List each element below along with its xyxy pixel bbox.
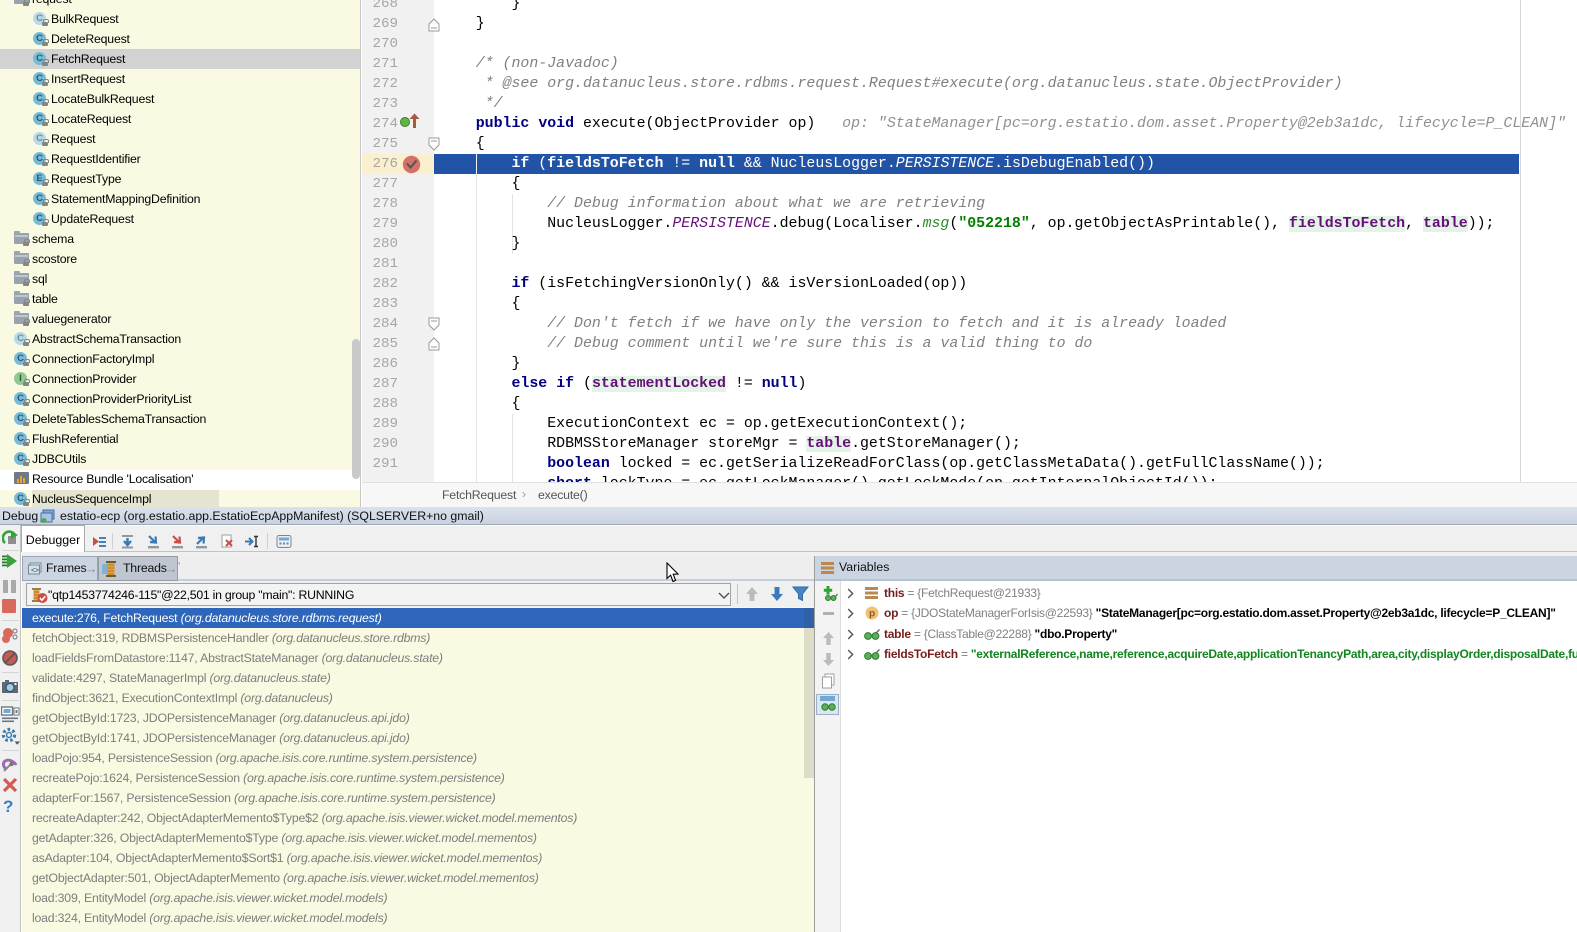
svg-text:p: p <box>869 609 875 620</box>
svg-text:<>: <> <box>31 568 39 575</box>
